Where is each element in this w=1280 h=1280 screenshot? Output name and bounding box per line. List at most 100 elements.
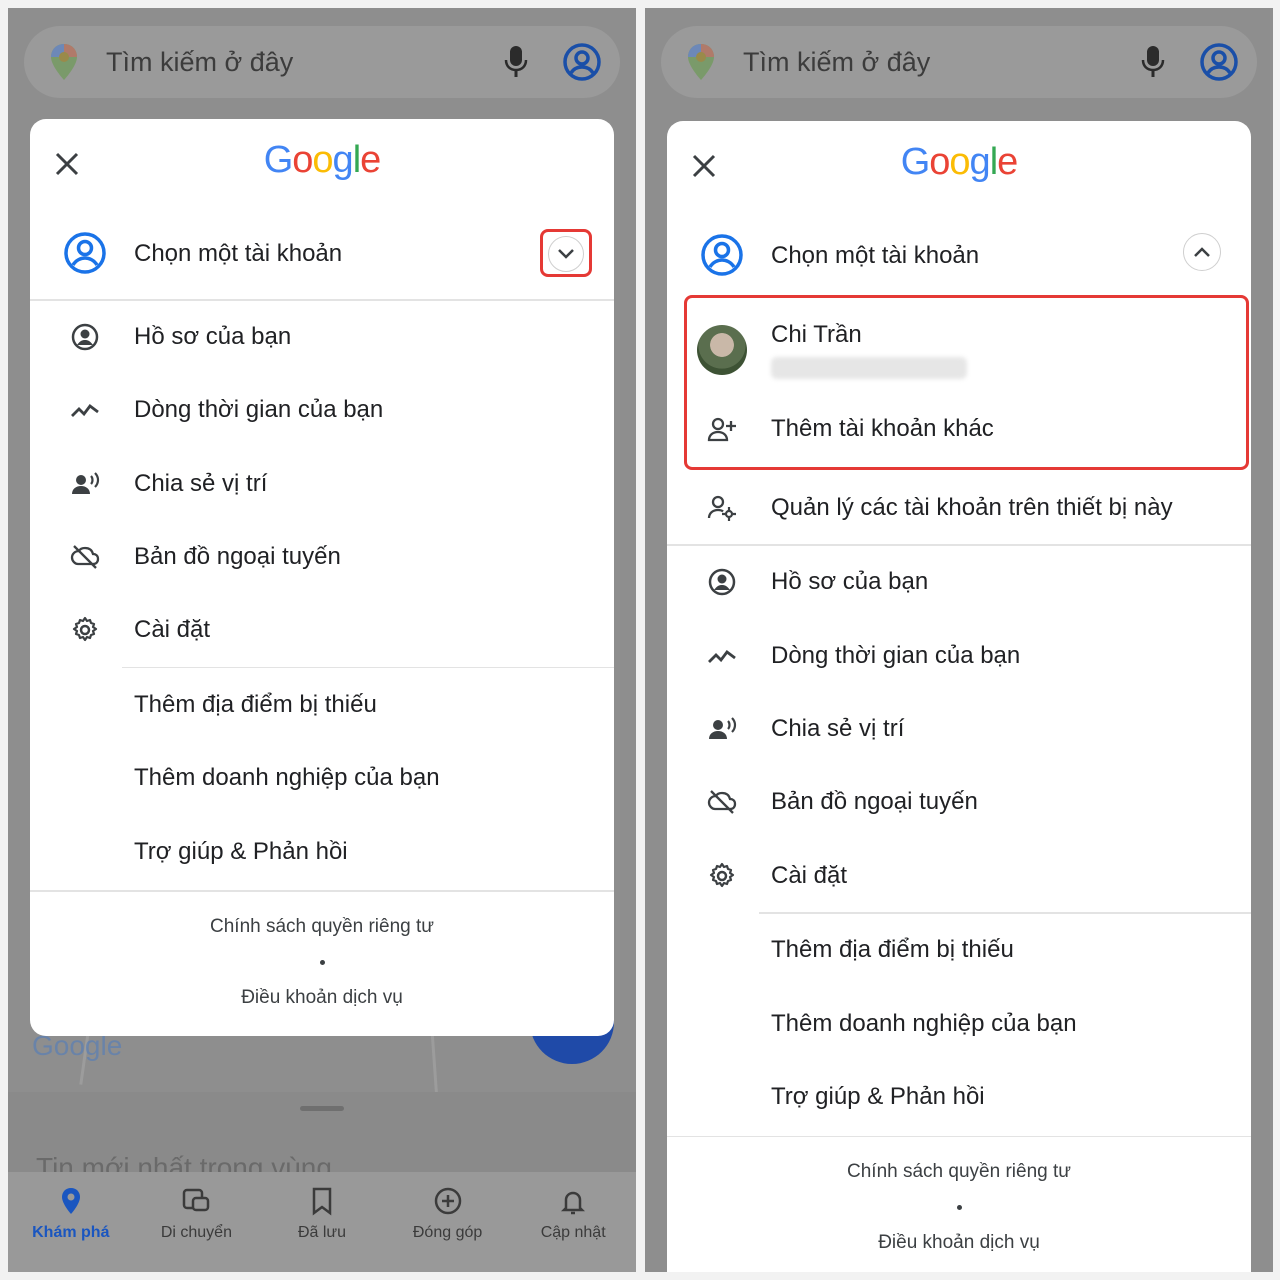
screen-left: Tìm kiếm ở đây Google Tin mới nhất trong… [8,8,636,1272]
highlight-annotation [540,229,592,277]
drag-handle[interactable] [300,1106,344,1111]
cloud-off-icon [707,790,737,815]
menu-label: Dòng thời gian của bạn [771,641,1021,669]
add-account-label: Thêm tài khoản khác [771,415,994,442]
menu-label: Quản lý các tài khoản trên thiết bị này [771,493,1173,521]
timeline-icon [708,649,736,663]
terms-of-service-link[interactable]: Điều khoản dịch vụ [667,1232,1251,1254]
add-account-row[interactable]: Thêm tài khoản khác [667,401,1251,461]
location-sharing-icon [709,717,737,740]
nav-go-label: Di chuyển [160,1224,232,1241]
menu-label: Cài đặt [771,861,848,889]
menu-label: Thêm địa điểm bị thiếu [771,936,1014,964]
account-circle-icon [64,232,106,274]
collapse-accounts-button[interactable] [1183,233,1221,271]
profile-icon [71,323,99,351]
menu-item-help-feedback[interactable]: Trợ giúp & Phản hồi [30,815,614,888]
microphone-icon[interactable] [1141,45,1165,79]
maps-pin-icon [688,44,714,80]
menu-label: Dòng thời gian của bạn [134,396,384,424]
screen-right: Tìm kiếm ở đây Google Chọn một tài khoản… [645,8,1273,1272]
menu-label: Cài đặt [134,616,211,644]
profile-icon [708,569,736,596]
sheet-header: Google [667,121,1251,211]
choose-account-row[interactable]: Chọn một tài khoản [30,209,614,299]
account-entry[interactable]: Chi Trần [667,301,1251,401]
menu-item-settings[interactable]: Cài đặt [30,594,614,667]
menu-item-timeline[interactable]: Dòng thời gian của bạn [30,374,614,447]
menu-label: Hồ sơ của bạn [134,323,292,351]
account-circle-icon [701,234,743,276]
manage-accounts-icon [707,495,736,521]
menu-label: Chia sẻ vị trí [134,469,268,497]
separator-dot [319,959,325,965]
sheet-footer: Chính sách quyền riêng tư Điều khoản dịc… [667,1137,1251,1254]
sheet-header: Google [30,119,614,209]
microphone-icon[interactable] [504,45,528,79]
privacy-policy-link[interactable]: Chính sách quyền riêng tư [667,1161,1251,1183]
menu-item-profile[interactable]: Hồ sơ của bạn [30,301,614,374]
nav-contribute-label: Đóng góp [412,1224,483,1241]
search-bar[interactable]: Tìm kiếm ở đây [24,26,620,98]
account-list: Chi Trần Thêm tài khoản khác [667,295,1251,471]
menu-item-offline-maps[interactable]: Bản đồ ngoại tuyến [667,766,1251,839]
menu-label: Thêm địa điểm bị thiếu [134,691,377,719]
explore-bottom-sheet: Tin mới nhất trong vùng Khám phá Di chuy… [8,1092,636,1272]
choose-account-row[interactable]: Chọn một tài khoản [667,211,1251,301]
menu-item-profile[interactable]: Hồ sơ của bạn [667,546,1251,619]
nav-saved-label: Đã lưu [297,1224,347,1241]
nav-updates[interactable]: Cập nhật [510,1172,636,1272]
menu-item-add-missing-place[interactable]: Thêm địa điểm bị thiếu [667,914,1251,987]
privacy-policy-link[interactable]: Chính sách quyền riêng tư [30,916,614,938]
menu-item-help-feedback[interactable]: Trợ giúp & Phản hồi [667,1060,1251,1133]
nav-explore-label: Khám phá [32,1224,110,1241]
gear-icon [72,617,98,642]
account-email-blurred [771,357,967,379]
commute-icon [183,1188,210,1212]
search-bar[interactable]: Tìm kiếm ở đây [661,26,1257,98]
location-sharing-icon [72,471,100,494]
nav-saved[interactable]: Đã lưu [259,1172,385,1272]
menu-item-manage-accounts[interactable]: Quản lý các tài khoản trên thiết bị này [667,471,1251,544]
choose-account-label: Chọn một tài khoản [771,242,980,269]
menu-label: Hồ sơ của bạn [771,568,929,596]
add-circle-icon [434,1187,461,1215]
nav-contribute[interactable]: Đóng góp [385,1172,511,1272]
account-menu-sheet: Google Chọn một tài khoản Chi Trần Thêm … [667,121,1251,1272]
nav-explore[interactable]: Khám phá [8,1172,134,1272]
menu-item-timeline[interactable]: Dòng thời gian của bạn [667,619,1251,692]
chevron-up-icon [1194,247,1210,257]
explore-pin-icon [61,1188,80,1214]
menu-label: Thêm doanh nghiệp của bạn [771,1009,1077,1037]
separator-dot [956,1205,962,1211]
account-avatar-icon[interactable] [1199,42,1239,82]
account-photo [697,325,747,375]
nav-updates-label: Cập nhật [540,1224,606,1241]
menu-item-location-sharing[interactable]: Chia sẻ vị trí [30,447,614,520]
menu-label: Thêm doanh nghiệp của bạn [134,764,440,792]
menu-label: Chia sẻ vị trí [771,715,905,743]
menu-item-add-missing-place[interactable]: Thêm địa điểm bị thiếu [30,668,614,741]
nav-go[interactable]: Di chuyển [134,1172,260,1272]
menu-item-location-sharing[interactable]: Chia sẻ vị trí [667,692,1251,765]
google-logo: Google [900,141,1019,183]
search-input[interactable]: Tìm kiếm ở đây [106,47,504,78]
bottom-navigation: Khám phá Di chuyển Đã lưu Đóng góp Cập n… [8,1172,636,1272]
person-add-icon [707,417,736,442]
menu-item-settings[interactable]: Cài đặt [667,839,1251,912]
google-logo: Google [263,139,382,181]
account-avatar-icon[interactable] [562,42,602,82]
cloud-off-icon [70,545,100,569]
bell-icon [561,1191,586,1215]
menu-label: Bản đồ ngoại tuyến [134,543,341,571]
gear-icon [709,862,735,887]
menu-label: Trợ giúp & Phản hồi [771,1083,985,1111]
terms-of-service-link[interactable]: Điều khoản dịch vụ [30,987,614,1009]
menu-item-add-business[interactable]: Thêm doanh nghiệp của bạn [30,742,614,815]
menu-label: Trợ giúp & Phản hồi [134,837,348,865]
menu-item-offline-maps[interactable]: Bản đồ ngoại tuyến [30,520,614,593]
search-input[interactable]: Tìm kiếm ở đây [743,47,1141,78]
menu-item-add-business[interactable]: Thêm doanh nghiệp của bạn [667,987,1251,1060]
account-name: Chi Trần [771,321,862,348]
menu-label: Bản đồ ngoại tuyến [771,788,978,816]
